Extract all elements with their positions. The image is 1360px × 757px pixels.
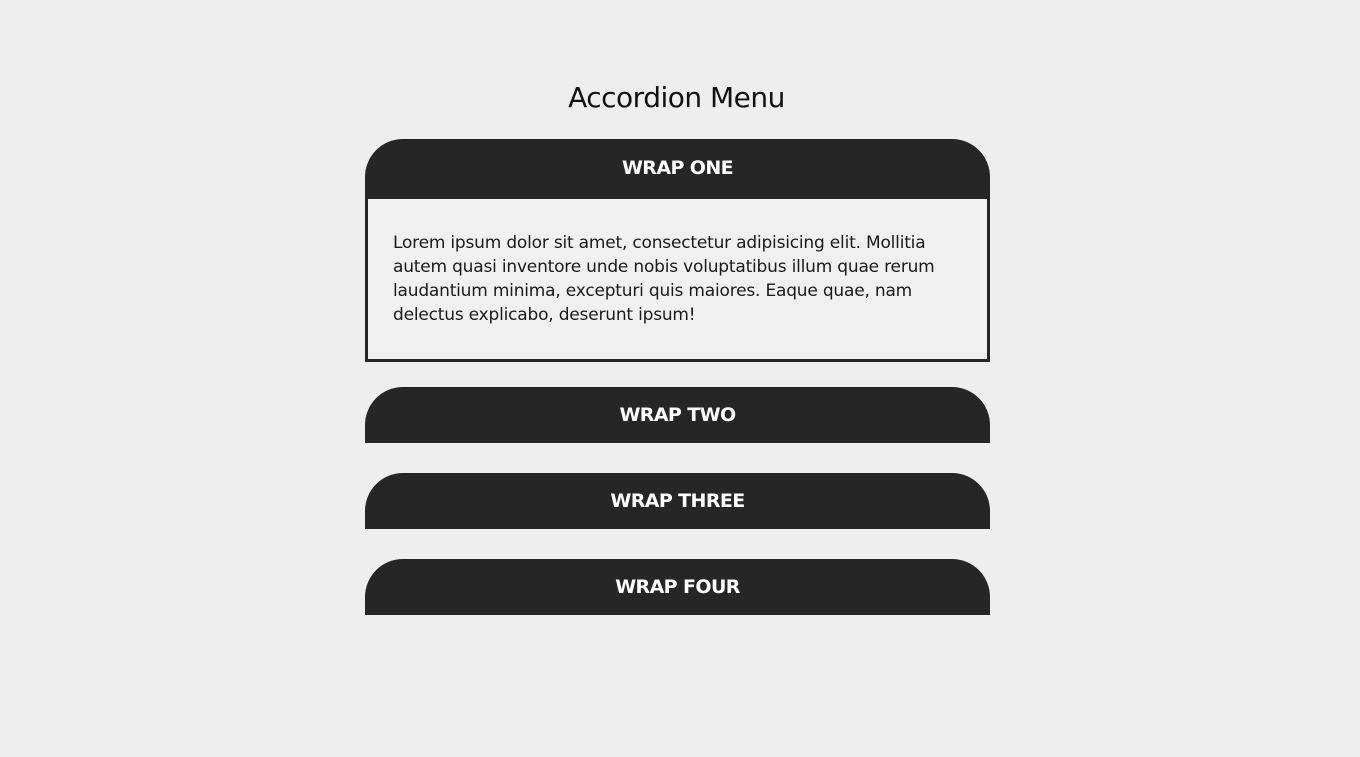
- page-title: Accordion Menu: [568, 81, 785, 114]
- accordion-header-wrap-two[interactable]: WRAP TWO: [365, 387, 990, 443]
- accordion-header-wrap-one[interactable]: WRAP ONE: [365, 139, 990, 199]
- accordion-header-label: WRAP FOUR: [615, 576, 740, 598]
- accordion-panel-text: Lorem ipsum dolor sit amet, consectetur …: [393, 233, 935, 325]
- accordion-panel-wrap-one: Lorem ipsum dolor sit amet, consectetur …: [365, 199, 990, 362]
- accordion-header-label: WRAP THREE: [610, 490, 745, 512]
- accordion-item-wrap-two: WRAP TWO: [365, 387, 990, 443]
- accordion-item-wrap-three: WRAP THREE: [365, 473, 990, 529]
- accordion-header-wrap-three[interactable]: WRAP THREE: [365, 473, 990, 529]
- accordion-item-wrap-four: WRAP FOUR: [365, 559, 990, 615]
- accordion-item-wrap-one: WRAP ONE Lorem ipsum dolor sit amet, con…: [365, 139, 990, 362]
- accordion-header-label: WRAP ONE: [621, 157, 734, 179]
- accordion-header-label: WRAP TWO: [619, 404, 736, 426]
- accordion-header-wrap-four[interactable]: WRAP FOUR: [365, 559, 990, 615]
